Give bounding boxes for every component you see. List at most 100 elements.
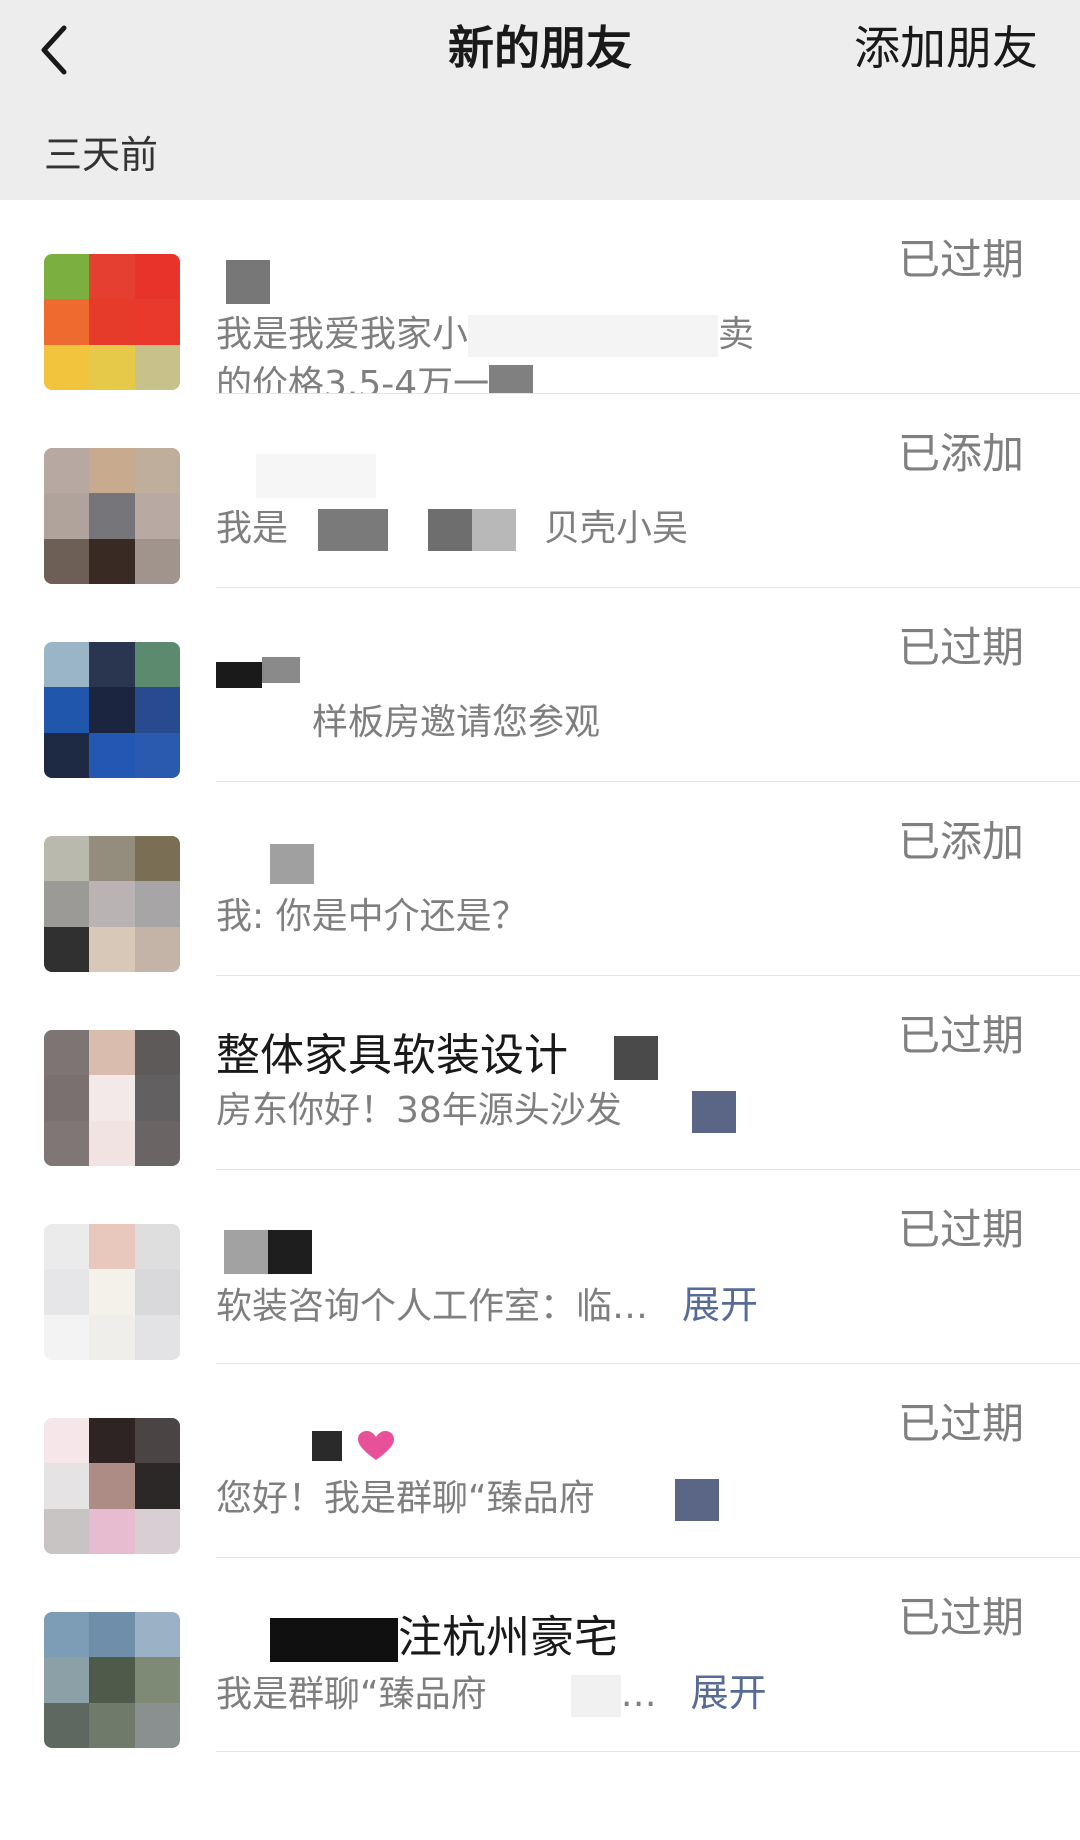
avatar-pixel [134,448,180,494]
avatar-pixel [89,1224,135,1270]
friend-request-row[interactable]: 我是我爱我家小卖 的价格3.5-4万一 已过期 [0,200,1080,407]
redaction-block [262,657,300,683]
avatar-pixel [44,1075,90,1121]
avatar-pixel [44,1120,90,1166]
redaction-block [318,509,389,551]
friend-request-row[interactable]: 注杭州豪宅 我是群聊“臻品府… 展开 已过期 [0,1558,1080,1752]
avatar-pixel [44,1612,90,1658]
expand-link[interactable]: 展开 [691,1671,767,1715]
redaction-block [216,703,312,745]
avatar [44,642,180,778]
avatar-pixel [44,493,90,539]
avatar-pixel [44,642,90,688]
avatar-pixel [89,1702,135,1748]
avatar-pixel [134,1508,180,1554]
redaction-block [270,1618,398,1662]
avatar-pixel [134,1120,180,1166]
avatar-pixel [89,1657,135,1703]
avatar-pixel [89,1075,135,1121]
request-message: 样板房邀请您参观 [216,698,856,748]
avatar-pixel [134,881,180,927]
request-message: 房东你好！38年源头沙发 [216,1086,856,1136]
avatar-pixel [134,926,180,972]
avatar [44,1418,180,1554]
friend-request-row[interactable]: 我: 你是中介还是？ 已添加 [0,782,1080,976]
avatar-pixel [89,1030,135,1076]
avatar-pixel [44,1314,90,1360]
friend-request-row[interactable]: 软装咨询个人工作室：临… 展开 已过期 [0,1170,1080,1364]
contact-name [216,1220,856,1280]
avatar [44,1224,180,1360]
expand-link[interactable]: 展开 [682,1283,758,1327]
request-status: 已过期 [897,1593,1024,1642]
redaction-block [691,1091,736,1133]
request-message: 您好！我是群聊“臻品府 [216,1474,856,1524]
avatar-pixel [134,1463,180,1509]
avatar-pixel [44,1702,90,1748]
redaction-block [570,1675,621,1717]
add-friend-button[interactable]: 添加朋友 [854,18,1038,78]
redaction-block [268,1230,312,1274]
redaction-block [472,509,517,551]
avatar-pixel [44,1508,90,1554]
redaction-block [270,844,314,884]
avatar [44,1030,180,1166]
contact-name [216,638,856,698]
contact-name [216,444,856,504]
redaction-block [216,1431,312,1461]
avatar-pixel [89,642,135,688]
avatar-pixel [89,732,135,778]
contact-name [216,1414,856,1474]
avatar-pixel [89,254,135,300]
contact-name [216,832,856,892]
avatar [44,448,180,584]
request-message: 软装咨询个人工作室：临… 展开 [216,1283,759,1327]
contact-name: 注杭州豪宅 [216,1608,856,1668]
avatar-pixel [89,1418,135,1464]
section-header: 三天前 [0,100,1080,200]
avatar-pixel [44,836,90,882]
contact-name [216,250,856,310]
avatar-pixel [44,538,90,584]
chevron-left-icon [41,25,67,75]
avatar-pixel [44,344,90,390]
avatar-pixel [89,344,135,390]
avatar-pixel [89,1120,135,1166]
avatar-pixel [89,881,135,927]
redaction-block [428,509,473,551]
back-button[interactable] [34,22,78,78]
friend-request-row[interactable]: 您好！我是群聊“臻品府 已过期 [0,1364,1080,1558]
avatar-pixel [134,687,180,733]
avatar-pixel [134,836,180,882]
redaction-block [312,1431,342,1461]
avatar-pixel [89,687,135,733]
request-status: 已添加 [897,817,1024,866]
redaction-block [216,662,262,688]
avatar-pixel [44,1269,90,1315]
redaction-block [468,315,719,357]
avatar-pixel [134,1702,180,1748]
avatar-pixel [89,493,135,539]
avatar-pixel [134,1612,180,1658]
avatar-pixel [44,254,90,300]
redaction-block [226,260,270,304]
contact-name: 整体家具软装设计 [216,1026,856,1086]
friend-request-row[interactable]: 整体家具软装设计 房东你好！38年源头沙发 已过期 [0,976,1080,1170]
avatar-pixel [44,881,90,927]
friend-request-row[interactable]: 样板房邀请您参观 已过期 [0,588,1080,782]
redaction-block [614,1036,658,1080]
avatar-pixel [89,926,135,972]
request-message: 我是 贝壳小吴 [216,508,689,551]
heart-icon [358,1431,394,1460]
avatar-pixel [89,836,135,882]
avatar-pixel [44,1224,90,1270]
redaction-block [674,1479,719,1521]
avatar-pixel [44,1657,90,1703]
avatar-pixel [134,493,180,539]
friend-request-list: 我是我爱我家小卖 的价格3.5-4万一 已过期 我是 贝壳小吴 已添加 样板房邀请… [0,200,1080,1752]
avatar [44,1612,180,1748]
avatar-pixel [44,448,90,494]
friend-request-row[interactable]: 我是 贝壳小吴 已添加 [0,394,1080,588]
request-message: 我: 你是中介还是？ [216,896,528,937]
request-status: 已过期 [897,623,1024,672]
